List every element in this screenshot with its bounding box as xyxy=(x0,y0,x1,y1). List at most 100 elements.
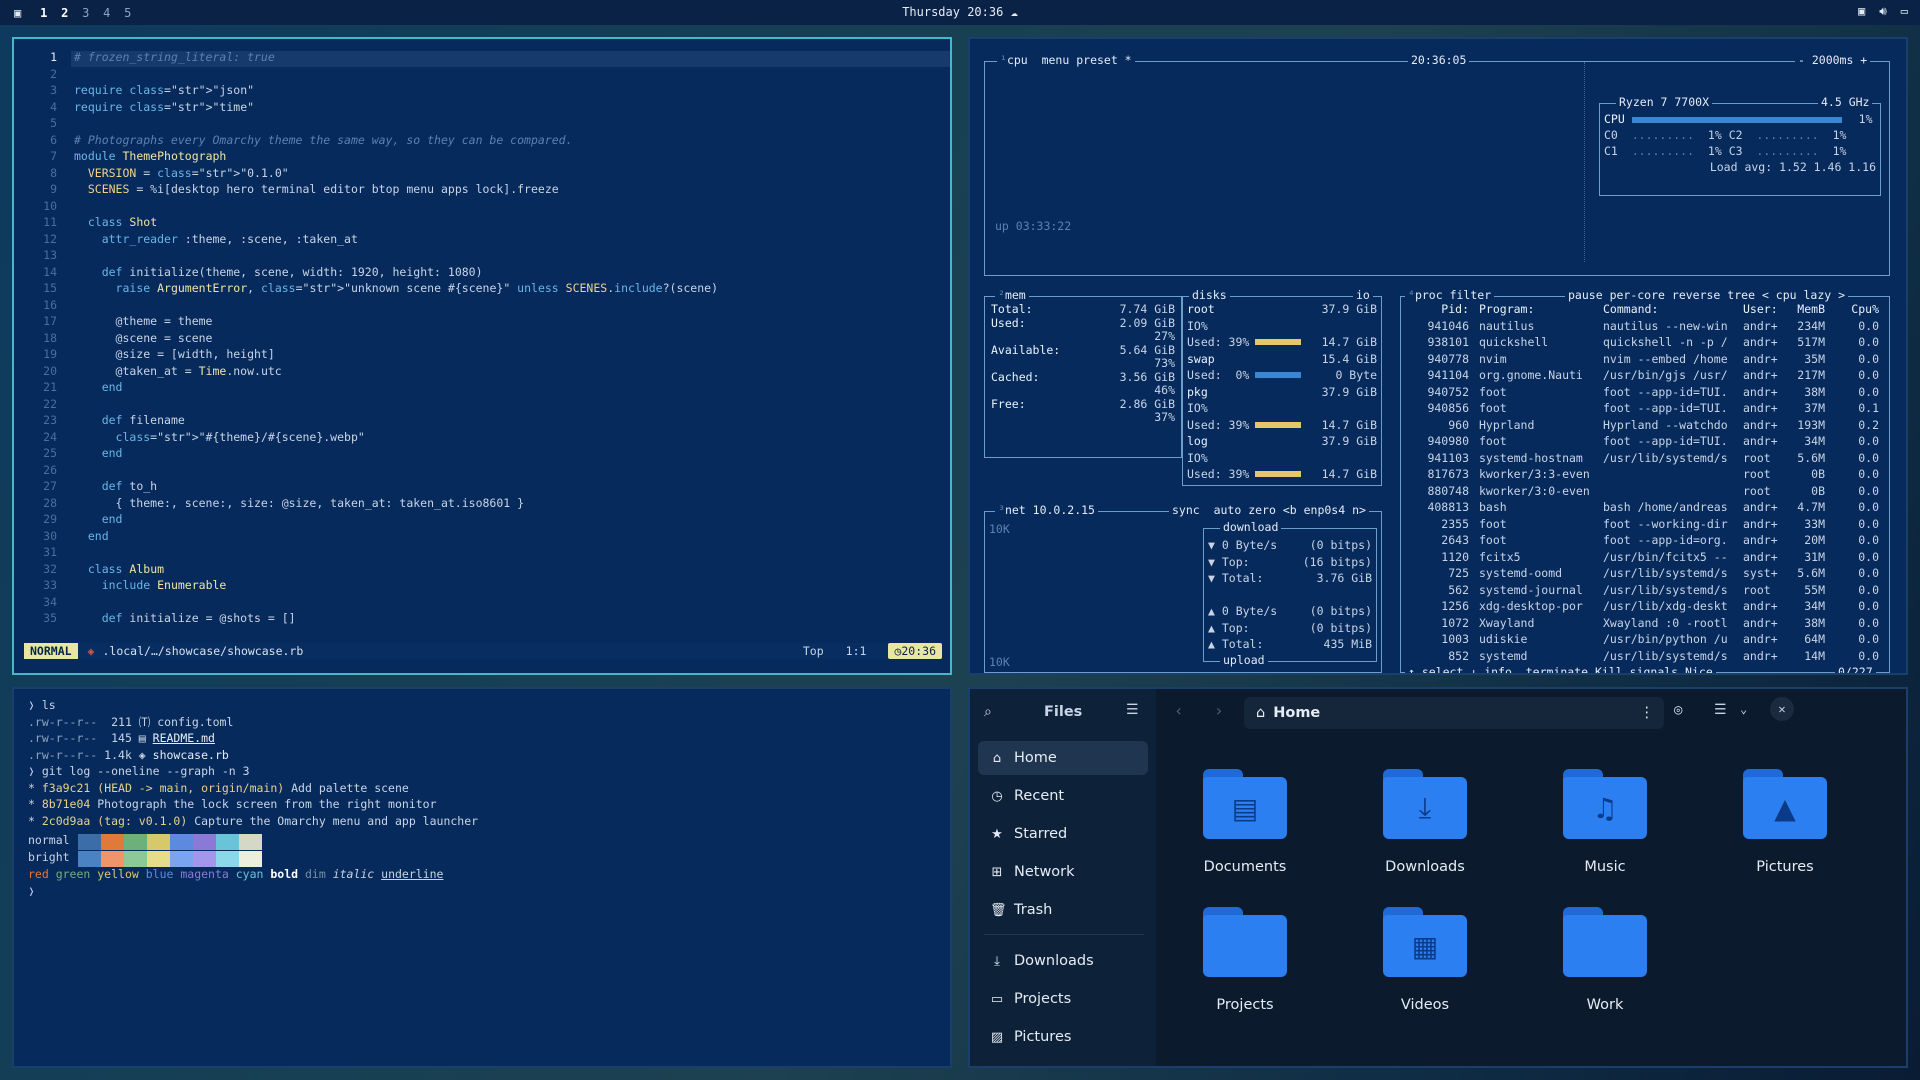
folder-downloads[interactable]: ⤓ Downloads xyxy=(1350,769,1500,875)
code-line[interactable]: end xyxy=(74,511,123,528)
filter-button[interactable]: filter xyxy=(1450,288,1492,302)
code-line[interactable]: def initialize(theme, scene, width: 1920… xyxy=(74,264,483,281)
code-line[interactable]: include Enumerable xyxy=(74,577,227,594)
screen-record-icon[interactable]: ▣ xyxy=(1858,4,1865,19)
process-row[interactable]: 1256 xdg-desktop-por/usr/lib/xdg-deskt and… xyxy=(1407,598,1879,615)
sidebar-item-starred[interactable]: ★ Starred xyxy=(978,817,1148,851)
proc-header[interactable]: Pid: Program: Command: User: MemB Cpu% xyxy=(1407,301,1879,318)
location-menu-icon[interactable]: ⋮ xyxy=(1640,705,1655,721)
workspace-3[interactable]: 3 xyxy=(75,6,96,20)
code-line[interactable]: raise ArgumentError, class="str">"unknow… xyxy=(74,280,718,297)
terminal-window[interactable]: ❭ ls .rw-r--r-- 211 🄣 config.toml .rw-r--r… xyxy=(12,687,952,1068)
process-row[interactable]: 938101 quickshell quickshell -n -p / andr+ 5… xyxy=(1407,334,1879,351)
code-line[interactable]: def filename xyxy=(74,412,185,429)
process-row[interactable]: 940778 nvim nvim --embed /home andr+ 35M 0.0 xyxy=(1407,351,1879,368)
code-line[interactable]: # frozen_string_literal: true xyxy=(74,49,275,66)
code-line[interactable]: VERSION = class="str">"0.1.0" xyxy=(74,165,289,182)
workspace-1[interactable]: 1 xyxy=(33,6,54,20)
code-line[interactable]: SCENES = %i[desktop hero terminal editor… xyxy=(74,181,559,198)
sort-selector[interactable]: < cpu lazy > xyxy=(1762,288,1845,302)
location-bar[interactable]: ⌂ Home ⋮ xyxy=(1244,697,1664,729)
process-row[interactable]: 940856 foot foot --app-id=TUI. andr+ 37M 0.1 xyxy=(1407,400,1879,417)
clock[interactable]: Thursday 20:36 xyxy=(902,5,1003,19)
camera-icon[interactable]: ◎ xyxy=(1674,702,1682,718)
nvim-window[interactable]: 1 # frozen_string_literal: true 2 3 require … xyxy=(12,37,952,675)
process-row[interactable]: 817673 kworker/3:3-even root 0B 0.0 xyxy=(1407,466,1879,483)
workspace-4[interactable]: 4 xyxy=(96,6,117,20)
process-row[interactable]: 941103 systemd-hostnam/usr/lib/systemd/s r… xyxy=(1407,450,1879,467)
search-icon[interactable]: ⌕ xyxy=(984,704,992,720)
select-control[interactable]: ↑ select ↓ xyxy=(1408,665,1477,673)
net-zero[interactable]: zero xyxy=(1248,503,1276,517)
io-toggle[interactable]: io xyxy=(1353,288,1373,302)
bookmark-pictures[interactable]: ▨ Pictures xyxy=(978,1020,1148,1054)
workspaces-icon[interactable]: ▣ xyxy=(14,6,21,20)
code-line[interactable]: attr_reader :theme, :scene, :taken_at xyxy=(74,231,358,248)
workspace-2[interactable]: 2 xyxy=(54,6,75,20)
pause-button[interactable]: pause xyxy=(1568,288,1603,302)
code-line[interactable]: @scene = scene xyxy=(74,330,213,347)
update-interval[interactable]: - 2000ms + xyxy=(1795,53,1871,67)
chevron-down-icon[interactable]: ⌄ xyxy=(1740,702,1747,716)
display-icon[interactable]: ▭ xyxy=(1901,4,1908,19)
folder-music[interactable]: ♫ Music xyxy=(1530,769,1680,875)
folder-pictures[interactable]: ▲ Pictures xyxy=(1710,769,1860,875)
workspace-5[interactable]: 5 xyxy=(117,6,138,20)
kill-button[interactable]: Kill xyxy=(1595,665,1623,673)
code-line[interactable]: class="str">"#{theme}/#{scene}.webp" xyxy=(74,429,365,446)
process-row[interactable]: 940980 foot foot --app-id=TUI. andr+ 34M 0.0 xyxy=(1407,433,1879,450)
sidebar-item-network[interactable]: ⊞ Network xyxy=(978,855,1148,889)
folder-projects[interactable]: Projects xyxy=(1170,907,1320,1013)
tree-button[interactable]: tree xyxy=(1727,288,1755,302)
process-row[interactable]: 880748 kworker/3:0-even root 0B 0.0 xyxy=(1407,483,1879,500)
code-line[interactable]: end xyxy=(74,528,109,545)
process-row[interactable]: 725 systemd-oomd/usr/lib/systemd/s syst+ 5.… xyxy=(1407,565,1879,582)
sidebar-menu-icon[interactable]: ☰ xyxy=(1126,702,1139,718)
volume-icon[interactable]: 🔊︎ xyxy=(1879,4,1887,19)
btop-window[interactable]: ¹cpu menu preset * 20:36:05 - 2000ms + u… xyxy=(968,37,1908,675)
nice-button[interactable]: Nice xyxy=(1685,665,1713,673)
info-button[interactable]: info xyxy=(1484,665,1512,673)
close-icon[interactable]: ✕ xyxy=(1770,697,1794,721)
prompt[interactable]: ❭ xyxy=(28,883,35,900)
back-button[interactable]: ‹ xyxy=(1174,701,1184,720)
process-row[interactable]: 1120 fcitx5/usr/bin/fcitx5 -- andr+ 31M 0.0 xyxy=(1407,549,1879,566)
code-line[interactable]: { theme:, scene:, size: @size, taken_at:… xyxy=(74,495,525,512)
folder-videos[interactable]: ▦ Videos xyxy=(1350,907,1500,1013)
net-auto[interactable]: auto xyxy=(1214,503,1242,517)
process-row[interactable]: 1072 Xwayland Xwayland :0 -rootl andr+ 38M 0.… xyxy=(1407,615,1879,632)
process-row[interactable]: 852 systemd/usr/lib/systemd/s andr+ 14M 0.0 xyxy=(1407,648,1879,665)
code-line[interactable]: @size = [width, height] xyxy=(74,346,275,363)
code-line[interactable]: require class="str">"time" xyxy=(74,99,254,116)
sidebar-item-home[interactable]: ⌂ Home xyxy=(978,741,1148,775)
code-line[interactable]: require class="str">"json" xyxy=(74,82,254,99)
bookmark-downloads[interactable]: ⤓ Downloads xyxy=(978,944,1148,978)
code-line[interactable]: @theme = theme xyxy=(74,313,213,330)
process-row[interactable]: 941046 nautilus nautilus --new-win andr+ 234… xyxy=(1407,318,1879,335)
code-line[interactable]: end xyxy=(74,445,123,462)
process-row[interactable]: 940752 foot foot --app-id=TUI. andr+ 38M 0.0 xyxy=(1407,384,1879,401)
terminate-button[interactable]: terminate xyxy=(1526,665,1588,673)
folder-work[interactable]: Work xyxy=(1530,907,1680,1013)
view-list-icon[interactable]: ☰ xyxy=(1714,702,1727,718)
process-row[interactable]: 562 systemd-journal/usr/lib/systemd/s root… xyxy=(1407,582,1879,599)
code-line[interactable]: end xyxy=(74,379,123,396)
code-line[interactable]: class Shot xyxy=(74,214,157,231)
process-row[interactable]: 2643 foot foot --app-id=org. andr+ 20M 0.0 xyxy=(1407,532,1879,549)
process-row[interactable]: 1003 udiskie/usr/bin/python /u andr+ 64M 0.0 xyxy=(1407,631,1879,648)
bookmark-projects[interactable]: ▭ Projects xyxy=(978,982,1148,1016)
net-interface[interactable]: <b enp0s4 n> xyxy=(1283,503,1366,517)
process-row[interactable]: 960 Hyprland Hyprland --watchdo andr+ 193M 0.… xyxy=(1407,417,1879,434)
code-line[interactable]: def initialize = @shots = [] xyxy=(74,610,296,627)
code-line[interactable]: def to_h xyxy=(74,478,157,495)
code-line[interactable]: # Photographs every Omarchy theme the sa… xyxy=(74,132,573,149)
folder-documents[interactable]: ▤ Documents xyxy=(1170,769,1320,875)
per-core-button[interactable]: per-core xyxy=(1610,288,1665,302)
reverse-button[interactable]: reverse xyxy=(1672,288,1720,302)
process-row[interactable]: 2355 foot foot --working-dir andr+ 33M 0.0 xyxy=(1407,516,1879,533)
sidebar-item-trash[interactable]: 🗑︎ Trash xyxy=(978,893,1148,927)
process-row[interactable]: 941104 org.gnome.Nauti/usr/bin/gjs /usr/a… xyxy=(1407,367,1879,384)
signals-button[interactable]: signals xyxy=(1630,665,1678,673)
code-line[interactable]: class Album xyxy=(74,561,164,578)
code-line[interactable]: @taken_at = Time.now.utc xyxy=(74,363,282,380)
